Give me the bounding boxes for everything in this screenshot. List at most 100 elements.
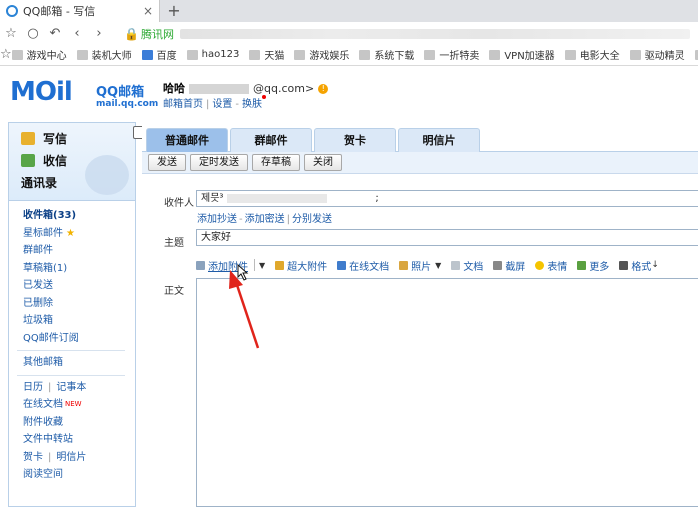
postcards-link[interactable]: 明信片 bbox=[56, 452, 86, 463]
folder-inbox[interactable]: 收件箱(33) bbox=[23, 207, 135, 225]
close-tab-icon[interactable]: × bbox=[141, 4, 155, 18]
bookmark-item[interactable]: 系统下载 bbox=[359, 47, 414, 62]
tab-greeting-card[interactable]: 贺卡 bbox=[314, 128, 396, 152]
attachment-favorites-link[interactable]: 附件收藏 bbox=[23, 414, 135, 432]
recipient-blurred bbox=[227, 193, 328, 203]
warning-icon[interactable]: ! bbox=[318, 84, 329, 94]
photo-button[interactable]: 照片 ▼ bbox=[399, 258, 441, 273]
tab-normal-mail[interactable]: 普通邮件 bbox=[146, 128, 228, 152]
save-draft-button[interactable]: 存草稿 bbox=[252, 154, 300, 171]
separate-send-link[interactable]: 分别发送 bbox=[292, 214, 332, 225]
bookmark-item[interactable]: 游戏中心 bbox=[11, 47, 67, 62]
star-icon: ★ bbox=[66, 227, 75, 239]
crosshair-icon bbox=[493, 260, 503, 270]
folder-spam[interactable]: 垃圾箱 bbox=[23, 312, 135, 330]
document-icon bbox=[451, 260, 461, 270]
bookmark-item[interactable]: 天猫 bbox=[249, 47, 284, 62]
folder-icon bbox=[489, 49, 501, 60]
settings-link[interactable]: 设置 bbox=[212, 99, 232, 110]
bookmark-item[interactable]: 电影大全 bbox=[564, 47, 620, 62]
format-button[interactable]: 格式 ↓ bbox=[619, 258, 659, 273]
folder-list: 收件箱(33) 星标邮件 ★ 群邮件 草稿箱(1) 已发送 已删除 垃圾箱 QQ邮… bbox=[9, 201, 135, 484]
folder-icon bbox=[629, 49, 641, 60]
recipient-field[interactable]: 제믓³; bbox=[196, 190, 698, 207]
bookmark-item[interactable]: hao123 bbox=[186, 49, 239, 60]
paperclip-icon bbox=[196, 260, 205, 270]
close-button[interactable]: 关闭 bbox=[304, 154, 342, 171]
online-docs-link[interactable]: 在线文档 NEW bbox=[23, 396, 135, 414]
folder-icon bbox=[186, 49, 198, 60]
emoji-button[interactable]: 表情 bbox=[535, 258, 567, 273]
folder-sent[interactable]: 已发送 bbox=[23, 277, 135, 295]
reading-space-link[interactable]: 阅读空间 bbox=[23, 466, 135, 484]
notes-link[interactable]: 记事本 bbox=[56, 382, 86, 393]
other-mailboxes[interactable]: 其他邮箱 bbox=[23, 354, 135, 372]
qq-mail-logo[interactable]: MOil QQ邮箱 mail.qq.com bbox=[10, 77, 158, 111]
bookmark-star-icon[interactable]: ☆ bbox=[0, 22, 22, 44]
folder-drafts[interactable]: 草稿箱(1) bbox=[23, 260, 135, 278]
mail-header: MOil QQ邮箱 mail.qq.com 哈哈 @qq.com>! 邮箱首页 | 设… bbox=[0, 67, 698, 117]
bookmarks-star-icon[interactable]: ☆ bbox=[0, 47, 12, 62]
large-attachment-button[interactable]: 超大附件 bbox=[275, 258, 327, 273]
document-button[interactable]: 文档 bbox=[451, 258, 483, 273]
subject-field[interactable]: 大家好 bbox=[196, 229, 698, 246]
bookmark-item[interactable]: VPN加速器 bbox=[489, 47, 555, 62]
forward-icon[interactable]: › bbox=[88, 22, 110, 44]
user-email-suffix: @qq.com> bbox=[253, 82, 315, 95]
bookmark-item[interactable]: 一折特卖 bbox=[424, 47, 479, 62]
logo-title: QQ邮箱 bbox=[96, 85, 145, 100]
new-badge: NEW bbox=[65, 400, 82, 408]
screenshot-button[interactable]: 截屏 bbox=[493, 258, 525, 273]
undo-icon[interactable]: ↶ bbox=[44, 22, 66, 44]
bookmark-item[interactable]: 驱动精灵 bbox=[629, 47, 685, 62]
body-editor[interactable] bbox=[196, 278, 698, 507]
folder-starred[interactable]: 星标邮件 ★ bbox=[23, 225, 135, 243]
back-icon[interactable]: ‹ bbox=[66, 22, 88, 44]
folder-icon bbox=[424, 49, 436, 60]
bookmark-item[interactable]: 游戏娱乐 bbox=[294, 47, 349, 62]
bookmark-item[interactable]: 百度 bbox=[141, 47, 177, 62]
arrow-down-icon: ↓ bbox=[651, 260, 659, 270]
left-sidebar: 写信 收信 通讯录 收件箱(33) 星标邮件 ★ 群邮件 草稿箱(1) 已发送 已… bbox=[8, 122, 147, 507]
browser-tab[interactable]: QQ邮箱 - 写信 × bbox=[0, 0, 160, 22]
font-format-icon bbox=[619, 260, 629, 270]
write-mail-button[interactable]: 写信 bbox=[21, 127, 135, 149]
compose-tabs: 普通邮件 群邮件 贺卡 明信片 bbox=[142, 128, 698, 152]
logo-mark: MOil bbox=[10, 77, 73, 107]
change-skin-link[interactable]: 换肤 bbox=[242, 99, 262, 110]
add-bcc-link[interactable]: 添加密送 bbox=[245, 214, 285, 225]
tab-title: QQ邮箱 - 写信 bbox=[23, 5, 96, 18]
add-attachment-button[interactable]: 添加附件 bbox=[196, 258, 248, 273]
tab-group-mail[interactable]: 群邮件 bbox=[230, 128, 312, 152]
calendar-link[interactable]: 日历 bbox=[23, 382, 43, 393]
send-button[interactable]: 发送 bbox=[148, 154, 186, 171]
reload-icon[interactable]: ○ bbox=[22, 22, 44, 44]
baidu-paw-icon bbox=[141, 49, 153, 60]
file-transfer-link[interactable]: 文件中转站 bbox=[23, 431, 135, 449]
address-bar[interactable]: 🔒 腾讯网 bbox=[124, 25, 698, 42]
recipient-separator: ; bbox=[375, 193, 379, 204]
caret-down-icon: ▼ bbox=[435, 260, 442, 270]
tab-postcard[interactable]: 明信片 bbox=[398, 128, 480, 152]
site-label: 腾讯网 bbox=[141, 27, 174, 41]
body-label: 正文 bbox=[164, 286, 184, 297]
greeting-cards-link[interactable]: 贺卡 bbox=[23, 452, 43, 463]
to-label: 收件人 bbox=[164, 198, 194, 209]
folder-group-mail[interactable]: 群邮件 bbox=[23, 242, 135, 260]
divider bbox=[17, 374, 125, 376]
online-docs-button[interactable]: 在线文档 bbox=[337, 258, 389, 273]
share-nodes-icon bbox=[337, 260, 347, 270]
browser-nav-bar: ☆ ○ ↶ ‹ › 🔒 腾讯网 bbox=[0, 22, 698, 44]
scheduled-send-button[interactable]: 定时发送 bbox=[190, 154, 248, 171]
folder-deleted[interactable]: 已删除 bbox=[23, 295, 135, 313]
mail-home-link[interactable]: 邮箱首页 bbox=[163, 99, 203, 110]
subject-label: 主题 bbox=[164, 238, 184, 249]
new-tab-button[interactable]: + bbox=[165, 1, 183, 21]
bookmarks-bar: ☆ 游戏中心 装机大师 百度 hao123 天猫 游戏娱乐 系统下载 一折特卖 … bbox=[0, 44, 698, 66]
divider bbox=[17, 350, 125, 351]
folder-subscriptions[interactable]: QQ邮件订阅 bbox=[23, 330, 135, 348]
more-button[interactable]: 更多 bbox=[577, 258, 609, 273]
bookmark-item[interactable]: 装机大师 bbox=[76, 47, 132, 62]
attachment-dropdown[interactable]: ▼ bbox=[255, 261, 265, 270]
add-cc-link[interactable]: 添加抄送 bbox=[197, 214, 237, 225]
